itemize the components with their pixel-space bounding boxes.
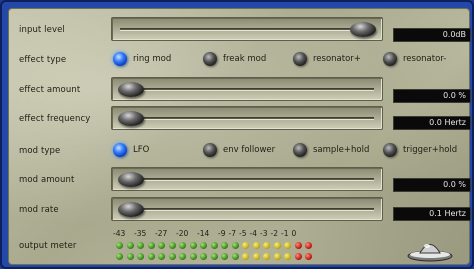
meter-led [168, 242, 176, 249]
effect-amount-knob[interactable] [118, 82, 144, 97]
radio-env-follower[interactable] [203, 143, 217, 157]
meter-led [189, 242, 197, 249]
meter-led [221, 253, 228, 260]
meter-led [126, 242, 134, 249]
effect-frequency-slider[interactable] [111, 106, 383, 130]
meter-led [242, 242, 249, 249]
radio-sample-hold[interactable] [293, 143, 307, 157]
meter-led [179, 253, 186, 260]
output-meter-row: output meter -43 -35 -27 -20 -14 -9 -7 -5 -4 -3 -2… [9, 229, 471, 263]
effect-amount-slider[interactable] [111, 77, 383, 101]
meter-scale-label: 0 [291, 229, 297, 238]
meter-led [284, 253, 291, 260]
meter-led [189, 253, 197, 260]
meter-scale-label: -14 [197, 229, 210, 238]
meter-led [179, 242, 186, 249]
radio-ring-mod[interactable] [113, 52, 127, 66]
meter-led [210, 253, 218, 260]
effect-frequency-knob[interactable] [118, 111, 144, 126]
meter-scale-label: -20 [176, 229, 189, 238]
effect-type-label: effect type [19, 55, 67, 65]
meter-led [231, 253, 239, 260]
control-panel: input level 0.0dB effect type ring mod f… [8, 8, 471, 265]
mod-rate-knob[interactable] [118, 202, 144, 217]
meter-led [126, 253, 134, 260]
meter-led [210, 242, 218, 249]
meter-led [252, 242, 260, 249]
meter-led [263, 242, 270, 249]
mod-rate-display: 0.1 Hertz [393, 207, 471, 221]
output-meter-label: output meter [19, 241, 77, 251]
meter-led [294, 253, 302, 260]
meter-led [305, 242, 312, 249]
meter-led [168, 253, 176, 260]
meter-scale-label: -9 [218, 229, 226, 238]
meter-scale-label: -2 [270, 229, 278, 238]
meter-led [294, 242, 302, 249]
meter-led [137, 253, 144, 260]
meter-scale-label: -7 [228, 229, 236, 238]
input-level-label: input level [19, 25, 65, 35]
effect-frequency-label: effect frequency [19, 114, 91, 124]
meter-led [305, 253, 312, 260]
mod-amount-label: mod amount [19, 175, 75, 185]
meter-led [147, 242, 155, 249]
meter-led [158, 242, 165, 249]
mod-amount-slider[interactable] [111, 167, 383, 191]
meter-led [252, 253, 260, 260]
meter-led [147, 253, 155, 260]
meter-led [263, 253, 270, 260]
input-level-slider[interactable] [111, 17, 383, 41]
mod-rate-slider[interactable] [111, 197, 383, 221]
flying-saucer-icon [407, 244, 453, 262]
mod-amount-knob[interactable] [118, 172, 144, 187]
meter-led [273, 253, 281, 260]
meter-led [200, 253, 207, 260]
meter-scale-label: -27 [155, 229, 168, 238]
mod-amount-display: 0.0 % [393, 178, 471, 192]
input-level-knob[interactable] [350, 22, 376, 37]
radio-freak-mod[interactable] [203, 52, 217, 66]
meter-led [200, 242, 207, 249]
input-level-display: 0.0dB [393, 28, 471, 42]
meter-scale-label: -4 [249, 229, 257, 238]
radio-lfo[interactable] [113, 143, 127, 157]
meter-scale-label: -35 [134, 229, 147, 238]
meter-scale-label: -1 [281, 229, 289, 238]
meter-led [221, 242, 228, 249]
mod-rate-label: mod rate [19, 205, 59, 215]
meter-led [116, 253, 123, 260]
meter-scale-label: -43 [113, 229, 126, 238]
effect-amount-label: effect amount [19, 85, 81, 95]
meter-led [242, 253, 249, 260]
radio-trigger-hold[interactable] [383, 143, 397, 157]
radio-resonator-plus[interactable] [293, 52, 307, 66]
output-meter: -43 -35 -27 -20 -14 -9 -7 -5 -4 -3 -2 -1 0 [111, 229, 351, 263]
plugin-window: input level 0.0dB effect type ring mod f… [0, 0, 474, 269]
meter-led [158, 253, 165, 260]
meter-led [231, 242, 239, 249]
meter-led [273, 242, 281, 249]
meter-led [284, 242, 291, 249]
effect-frequency-display: 0.0 Hertz [393, 116, 471, 130]
mod-type-label: mod type [19, 146, 61, 156]
meter-led [137, 242, 144, 249]
meter-scale-label: -3 [260, 229, 268, 238]
meter-led [116, 242, 123, 249]
effect-amount-display: 0.0 % [393, 89, 471, 103]
meter-scale-label: -5 [239, 229, 247, 238]
radio-resonator-minus[interactable] [383, 52, 397, 66]
